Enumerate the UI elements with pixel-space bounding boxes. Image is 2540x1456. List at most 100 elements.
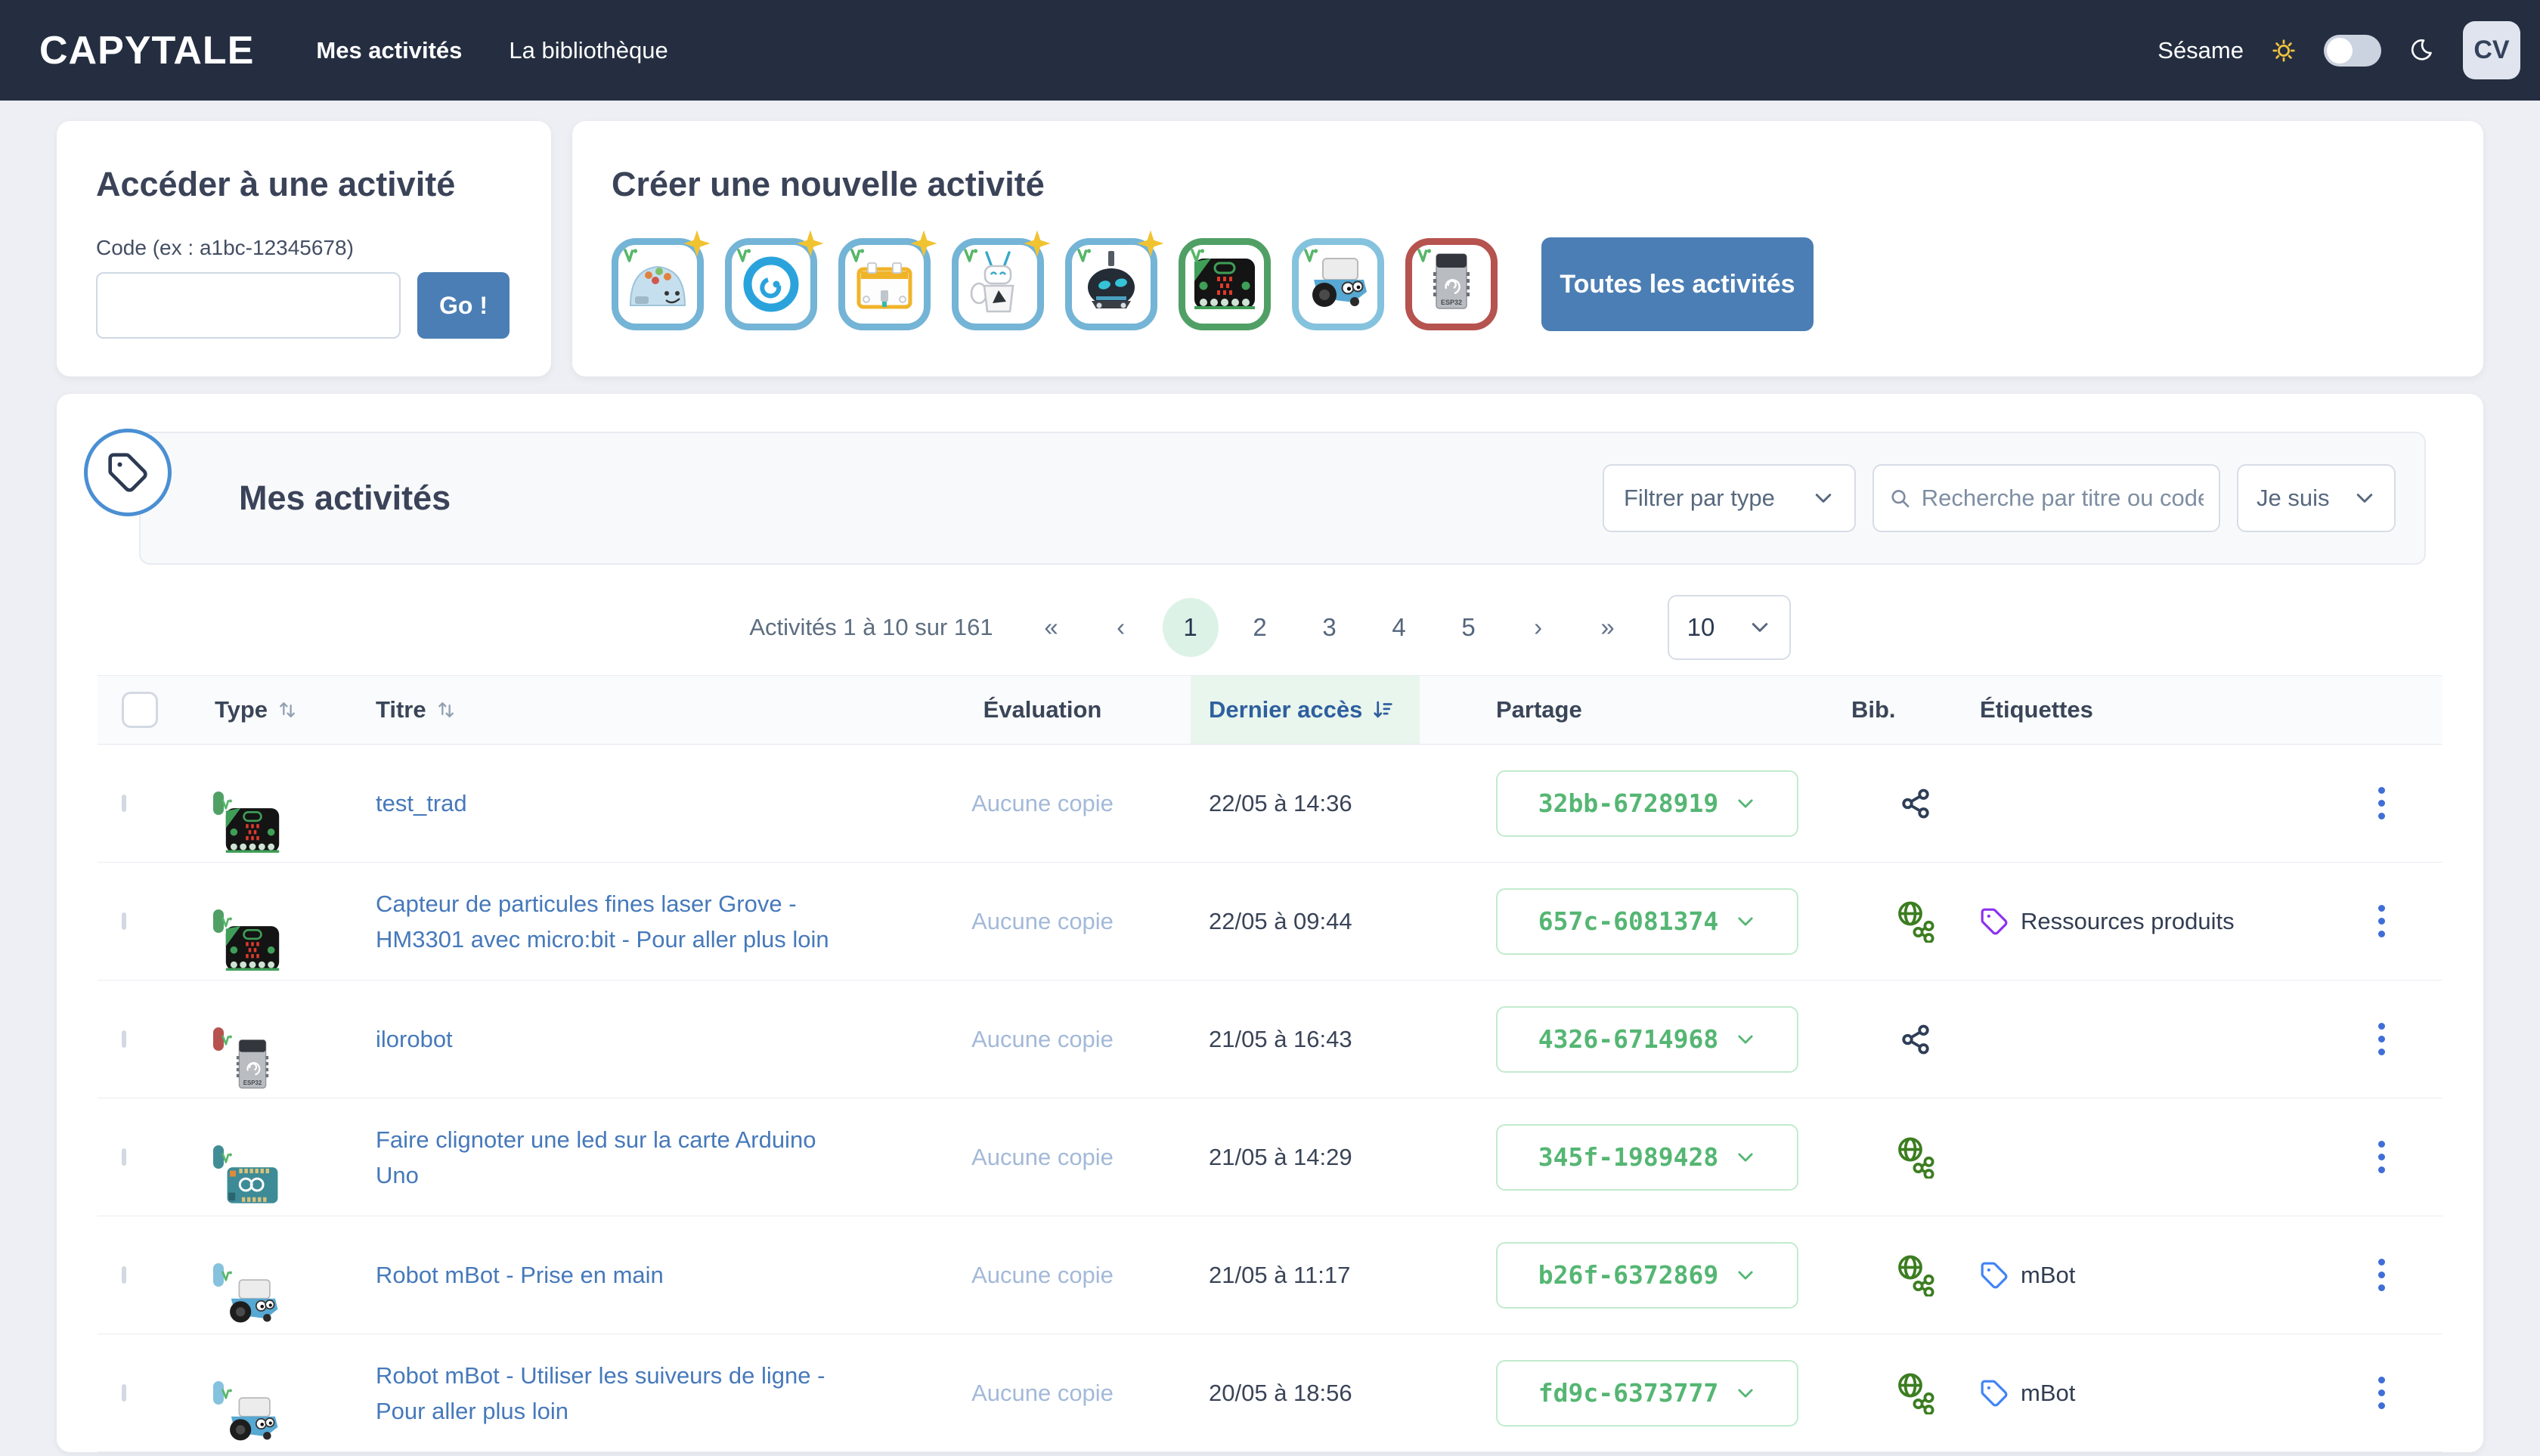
navbar-right: Sésame CV xyxy=(2157,21,2520,79)
create-tile-cutebot[interactable] xyxy=(1065,238,1157,330)
access-card-title: Accéder à une activité xyxy=(96,165,512,204)
esp32-type-icon xyxy=(213,1027,224,1051)
col-type[interactable]: Type xyxy=(215,696,268,723)
share-code-dropdown[interactable]: 345f-1989428 xyxy=(1496,1124,1798,1191)
share-code-dropdown[interactable]: 4326-6714968 xyxy=(1496,1006,1798,1073)
evaluation-status: Aucune copie xyxy=(876,908,1209,935)
col-bib[interactable]: Bib. xyxy=(1851,696,1896,723)
avatar[interactable]: CV xyxy=(2463,21,2520,79)
create-tile-yellow-board[interactable] xyxy=(838,238,931,330)
filter-type-select[interactable]: Filtrer par type xyxy=(1603,464,1856,532)
activity-title-link[interactable]: ilorobot xyxy=(376,1026,453,1052)
row-menu-button[interactable] xyxy=(2371,897,2393,945)
filter-type-label: Filtrer par type xyxy=(1624,485,1775,512)
app-logo[interactable]: CAPYTALE xyxy=(39,28,254,73)
table-row: Robot mBot - Utiliser les suiveurs de li… xyxy=(98,1334,2442,1452)
pagination-page-2[interactable]: 2 xyxy=(1232,598,1288,657)
table-row: Faire clignoter une led sur la carte Ard… xyxy=(98,1098,2442,1216)
page-size-select[interactable]: 10 xyxy=(1668,595,1791,660)
row-menu-button[interactable] xyxy=(2371,1369,2393,1417)
pagination-page-4[interactable]: 4 xyxy=(1371,598,1427,657)
table-row: ilorobot Aucune copie 21/05 à 16:43 4326… xyxy=(98,980,2442,1098)
globe-share-icon[interactable] xyxy=(1894,1136,1937,1179)
star-icon xyxy=(1022,228,1052,259)
pagination-last[interactable]: » xyxy=(1580,598,1636,657)
activity-code-input[interactable] xyxy=(96,272,401,339)
page-size-value: 10 xyxy=(1687,613,1715,642)
row-checkbox[interactable] xyxy=(122,1384,126,1402)
vittascience-icon xyxy=(1188,246,1206,265)
create-tile-sphero[interactable] xyxy=(725,238,817,330)
col-dernier-acces-highlight[interactable]: Dernier accès xyxy=(1191,676,1420,744)
create-tile-mbot[interactable] xyxy=(1292,238,1384,330)
activity-title-link[interactable]: test_trad xyxy=(376,790,467,816)
activity-title-link[interactable]: Robot mBot - Prise en main xyxy=(376,1262,664,1288)
activity-title-link[interactable]: Robot mBot - Utiliser les suiveurs de li… xyxy=(376,1362,825,1424)
theme-toggle[interactable] xyxy=(2324,35,2381,67)
col-partage[interactable]: Partage xyxy=(1496,696,1582,723)
tag-chip[interactable]: mBot xyxy=(1980,1261,2320,1290)
col-evaluation[interactable]: Évaluation xyxy=(983,696,1102,723)
create-tile-buddy[interactable] xyxy=(952,238,1044,330)
navbar: CAPYTALE Mes activités La bibliothèque S… xyxy=(0,0,2540,101)
all-activities-button[interactable]: Toutes les activités xyxy=(1541,237,1814,331)
share-nodes-icon[interactable] xyxy=(1900,1024,1931,1055)
main-nav: Mes activités La bibliothèque xyxy=(316,37,668,64)
share-code-dropdown[interactable]: fd9c-6373777 xyxy=(1496,1360,1798,1427)
nav-mes-activites[interactable]: Mes activités xyxy=(316,37,462,64)
row-menu-button[interactable] xyxy=(2371,1015,2393,1063)
search-input[interactable] xyxy=(1922,485,2204,512)
activities-title: Mes activités xyxy=(239,479,451,518)
row-checkbox[interactable] xyxy=(122,912,126,930)
pagination-first[interactable]: « xyxy=(1024,598,1080,657)
sun-icon xyxy=(2271,38,2297,64)
chevron-down-icon xyxy=(1735,1147,1756,1168)
tag-chip[interactable]: Ressources produits xyxy=(1980,907,2320,936)
globe-share-icon[interactable] xyxy=(1894,900,1937,943)
col-etiquettes[interactable]: Étiquettes xyxy=(1980,696,2093,723)
row-menu-button[interactable] xyxy=(2371,1251,2393,1299)
share-code-dropdown[interactable]: 32bb-6728919 xyxy=(1496,770,1798,837)
pagination-page-3[interactable]: 3 xyxy=(1302,598,1358,657)
row-checkbox[interactable] xyxy=(122,795,126,812)
pagination-prev[interactable]: ‹ xyxy=(1093,598,1149,657)
activity-title-link[interactable]: Capteur de particules fines laser Grove … xyxy=(376,891,829,953)
star-icon xyxy=(682,228,712,259)
create-tile-esp32[interactable] xyxy=(1405,238,1498,330)
row-checkbox[interactable] xyxy=(122,1030,126,1048)
share-code-dropdown[interactable]: 657c-6081374 xyxy=(1496,888,1798,955)
row-checkbox[interactable] xyxy=(122,1266,126,1284)
sort-icon[interactable] xyxy=(435,699,457,720)
col-titre[interactable]: Titre xyxy=(376,696,426,723)
vittascience-icon xyxy=(1302,246,1320,265)
tag-chip[interactable]: mBot xyxy=(1980,1379,2320,1408)
sort-icon[interactable] xyxy=(277,699,298,720)
pagination-page-5[interactable]: 5 xyxy=(1441,598,1497,657)
pagination-page-1[interactable]: 1 xyxy=(1163,598,1219,657)
chevron-down-icon xyxy=(1735,1029,1756,1050)
star-icon xyxy=(909,228,939,259)
select-all-checkbox[interactable] xyxy=(122,692,158,728)
share-nodes-icon[interactable] xyxy=(1900,788,1931,819)
go-button[interactable]: Go ! xyxy=(417,272,510,339)
chevron-down-icon xyxy=(1735,1383,1756,1404)
nav-bibliotheque[interactable]: La bibliothèque xyxy=(509,37,668,64)
globe-share-icon[interactable] xyxy=(1894,1372,1937,1414)
share-code-dropdown[interactable]: b26f-6372869 xyxy=(1496,1242,1798,1309)
tags-circle-button[interactable] xyxy=(84,429,172,516)
chevron-down-icon xyxy=(2353,487,2376,510)
tag-icon xyxy=(1980,1379,2009,1408)
row-checkbox[interactable] xyxy=(122,1148,126,1166)
row-menu-button[interactable] xyxy=(2371,779,2393,827)
create-tile-thymio[interactable] xyxy=(612,238,704,330)
table-header: Type Titre Évaluation Dernier accès Part… xyxy=(98,675,2442,745)
table-row: Capteur de particules fines laser Grove … xyxy=(98,863,2442,980)
activity-title-link[interactable]: Faire clignoter une led sur la carte Ard… xyxy=(376,1126,816,1188)
create-tile-microbit[interactable] xyxy=(1179,238,1271,330)
mbot-type-icon xyxy=(213,1263,224,1287)
row-menu-button[interactable] xyxy=(2371,1133,2393,1181)
globe-share-icon[interactable] xyxy=(1894,1254,1937,1296)
sesame-link[interactable]: Sésame xyxy=(2157,37,2244,64)
pagination-next[interactable]: › xyxy=(1510,598,1566,657)
role-select[interactable]: Je suis xyxy=(2237,464,2396,532)
